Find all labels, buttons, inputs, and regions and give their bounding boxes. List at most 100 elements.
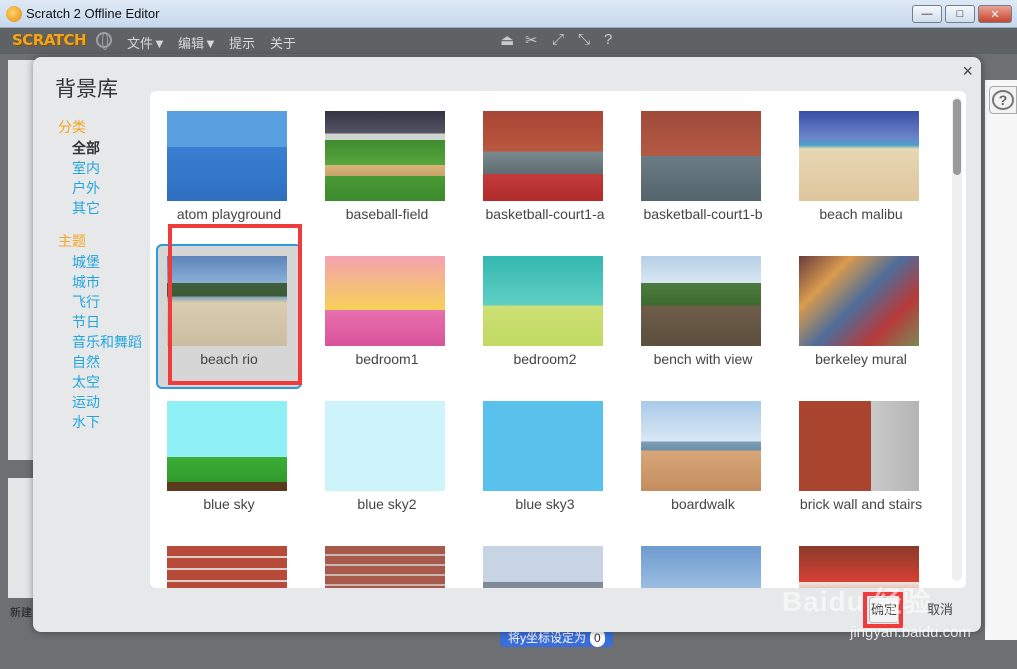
backdrop-thumbnail bbox=[167, 111, 287, 201]
backdrop-grid: atom playground baseball-field basketball-… bbox=[156, 99, 934, 588]
window-titlebar: Scratch 2 Offline Editor — □ ✕ bbox=[0, 0, 1017, 28]
backdrop-thumbnail bbox=[325, 256, 445, 346]
backdrop-tile[interactable] bbox=[630, 534, 776, 588]
backdrop-label: basketball-court1-b bbox=[643, 206, 763, 222]
backdrop-thumbnail bbox=[325, 401, 445, 491]
backdrop-thumbnail bbox=[641, 546, 761, 588]
backdrop-tile[interactable]: bedroom2 bbox=[472, 244, 618, 389]
library-sidebar: 分类 全部 室内 户外 其它 主题 城堡 城市 飞行 节日 音乐和舞蹈 自然 太… bbox=[58, 117, 158, 432]
backdrop-library-dialog: 背景库 × 分类 全部 室内 户外 其它 主题 城堡 城市 飞行 节日 音乐和舞… bbox=[33, 57, 981, 632]
new-sprite-label: 新建 bbox=[10, 607, 32, 619]
close-window-button[interactable]: ✕ bbox=[978, 5, 1012, 23]
backdrop-label: bench with view bbox=[653, 351, 753, 367]
backdrop-thumbnail bbox=[483, 401, 603, 491]
help-icon[interactable]: ? bbox=[604, 31, 612, 48]
backdrop-label: bedroom1 bbox=[355, 351, 419, 367]
backdrop-thumbnail bbox=[483, 256, 603, 346]
theme-sports[interactable]: 运动 bbox=[58, 392, 158, 412]
backdrop-tile[interactable]: basketball-court1-a bbox=[472, 99, 618, 244]
dialog-close-button[interactable]: × bbox=[962, 61, 973, 82]
backdrop-thumbnail bbox=[167, 401, 287, 491]
scripts-panel bbox=[985, 80, 1017, 640]
backdrop-tile[interactable]: beach rio bbox=[156, 244, 302, 389]
backdrop-thumbnail bbox=[325, 546, 445, 588]
backdrop-tile[interactable]: blue sky2 bbox=[314, 389, 460, 534]
theme-nature[interactable]: 自然 bbox=[58, 352, 158, 372]
backdrop-thumbnail bbox=[325, 111, 445, 201]
scratch-logo[interactable]: SCRATCH bbox=[12, 31, 87, 49]
backdrop-thumbnail bbox=[167, 256, 287, 346]
backdrop-label: beach malibu bbox=[819, 206, 903, 222]
backdrop-label: atom playground bbox=[176, 206, 282, 222]
category-all[interactable]: 全部 bbox=[58, 138, 158, 158]
backdrop-tile[interactable]: blue sky bbox=[156, 389, 302, 534]
theme-music-dance[interactable]: 音乐和舞蹈 bbox=[58, 332, 158, 352]
menu-edit[interactable]: 编辑▼ bbox=[178, 33, 217, 52]
backdrop-thumbnail bbox=[483, 111, 603, 201]
category-outdoors[interactable]: 户外 bbox=[58, 178, 158, 198]
backdrop-tile[interactable]: brick wall and stairs bbox=[788, 389, 934, 534]
category-indoors[interactable]: 室内 bbox=[58, 158, 158, 178]
category-heading: 分类 bbox=[58, 119, 86, 135]
theme-heading: 主题 bbox=[58, 233, 86, 249]
backdrop-tile[interactable]: bedroom1 bbox=[314, 244, 460, 389]
theme-castle[interactable]: 城堡 bbox=[58, 252, 158, 272]
backdrop-tile[interactable]: atom playground bbox=[156, 99, 302, 244]
vertical-scrollbar[interactable] bbox=[952, 97, 962, 581]
window-title: Scratch 2 Offline Editor bbox=[26, 6, 160, 21]
dialog-title: 背景库 bbox=[55, 78, 118, 101]
backdrop-thumbnail bbox=[641, 256, 761, 346]
menu-about[interactable]: 关于 bbox=[270, 33, 296, 52]
backdrop-tile[interactable] bbox=[472, 534, 618, 588]
backdrop-label: boardwalk bbox=[671, 496, 735, 512]
backdrop-thumbnail bbox=[641, 111, 761, 201]
grow-icon[interactable]: ⤢ bbox=[552, 31, 564, 48]
backdrop-tile[interactable] bbox=[156, 534, 302, 588]
backdrop-tile[interactable] bbox=[314, 534, 460, 588]
backdrop-thumbnail bbox=[483, 546, 603, 588]
theme-city[interactable]: 城市 bbox=[58, 272, 158, 292]
backdrop-label: basketball-court1-a bbox=[485, 206, 605, 222]
backdrop-label: bedroom2 bbox=[513, 351, 577, 367]
shrink-icon[interactable]: ⤡ bbox=[578, 31, 590, 48]
backdrop-thumbnail bbox=[799, 256, 919, 346]
backdrop-tile[interactable]: baseball-field bbox=[314, 99, 460, 244]
ok-button[interactable]: 确定 bbox=[869, 597, 899, 623]
backdrop-label: berkeley mural bbox=[815, 351, 907, 367]
backdrop-tile[interactable]: boardwalk bbox=[630, 389, 776, 534]
backdrop-thumbnail bbox=[167, 546, 287, 588]
backdrop-tile[interactable]: berkeley mural bbox=[788, 244, 934, 389]
backdrop-thumbnail bbox=[799, 111, 919, 201]
scroll-thumb[interactable] bbox=[953, 99, 961, 175]
stamp-icon[interactable]: ⏏ bbox=[500, 31, 514, 49]
library-grid-panel: atom playground baseball-field basketball-… bbox=[150, 91, 966, 588]
theme-flying[interactable]: 飞行 bbox=[58, 292, 158, 312]
backdrop-label: brick wall and stairs bbox=[799, 496, 923, 512]
theme-underwater[interactable]: 水下 bbox=[58, 412, 158, 432]
scratch-cat-icon bbox=[6, 6, 22, 22]
maximize-button[interactable]: □ bbox=[945, 5, 975, 23]
backdrop-thumbnail bbox=[641, 401, 761, 491]
menu-tips[interactable]: 提示 bbox=[229, 33, 255, 52]
cancel-button[interactable]: 取消 bbox=[920, 598, 960, 624]
backdrop-label: blue sky2 bbox=[357, 496, 417, 512]
help-tab[interactable] bbox=[989, 86, 1017, 114]
backdrop-tile[interactable]: bench with view bbox=[630, 244, 776, 389]
backdrop-tile[interactable]: beach malibu bbox=[788, 99, 934, 244]
category-other[interactable]: 其它 bbox=[58, 198, 158, 218]
set-y-label: 将y坐标设定为 bbox=[508, 631, 587, 645]
backdrop-tile[interactable] bbox=[788, 534, 934, 588]
menu-file[interactable]: 文件▼ bbox=[127, 33, 166, 52]
backdrop-label: baseball-field bbox=[345, 206, 429, 222]
backdrop-tile[interactable]: blue sky3 bbox=[472, 389, 618, 534]
backdrop-thumbnail bbox=[799, 401, 919, 491]
cut-icon[interactable]: ✂ bbox=[525, 31, 538, 49]
globe-icon[interactable] bbox=[96, 32, 112, 50]
theme-holiday[interactable]: 节日 bbox=[58, 312, 158, 332]
theme-space[interactable]: 太空 bbox=[58, 372, 158, 392]
backdrop-thumbnail bbox=[799, 546, 919, 588]
menubar: SCRATCH 文件▼ 编辑▼ 提示 关于 ⏏ ✂ ⤢ ⤡ ? bbox=[0, 28, 1017, 54]
minimize-button[interactable]: — bbox=[912, 5, 942, 23]
backdrop-tile[interactable]: basketball-court1-b bbox=[630, 99, 776, 244]
backdrop-label: blue sky3 bbox=[515, 496, 575, 512]
